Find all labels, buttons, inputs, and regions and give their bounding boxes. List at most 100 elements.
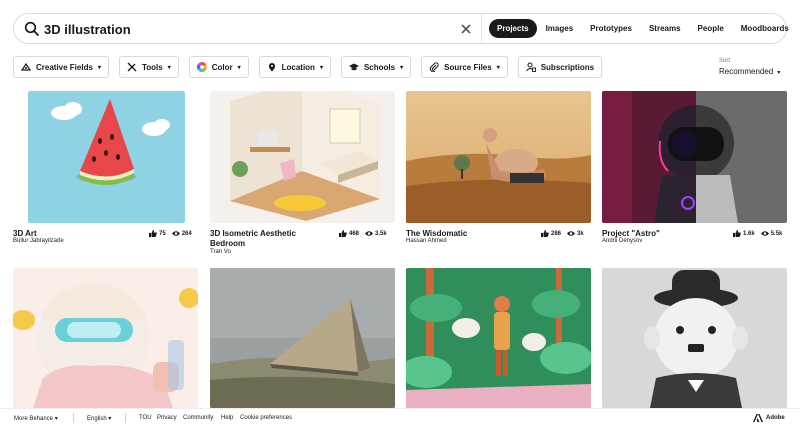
footer-divider [73, 413, 74, 423]
eye-icon [760, 231, 769, 236]
likes-count: 1.6k [743, 230, 755, 237]
likes-count: 468 [349, 230, 360, 237]
chevron-down-icon: ▾ [496, 64, 500, 71]
filter-label: Source Files [444, 62, 492, 72]
filter-label: Tools [141, 62, 163, 72]
footer: More Behance ▾ English ▾ TOU Privacy Com… [0, 408, 800, 426]
project-thumbnail-pyramid-cabin[interactable] [210, 268, 395, 408]
filter-tools[interactable]: Tools ▾ [118, 56, 179, 78]
chevron-down-icon: ▾ [777, 70, 781, 76]
watermelon-illustration [28, 91, 185, 223]
tab-people[interactable]: People [690, 19, 732, 38]
project-stats: 468 3.5k [339, 230, 387, 237]
eye-icon [365, 231, 374, 236]
project-owner[interactable]: Andrii Denysov [602, 238, 642, 244]
views-count: 3k [577, 230, 584, 237]
views-count: 3.5k [375, 230, 387, 237]
filter-label: Subscriptions [540, 62, 595, 72]
search-bar: Projects Images Prototypes Streams Peopl… [13, 13, 789, 44]
project-owner[interactable]: Tran Vo [210, 249, 231, 255]
clear-search-icon[interactable] [458, 21, 474, 37]
footer-link-tou[interactable]: TOU [139, 415, 152, 421]
chevron-down-icon: ▾ [237, 64, 241, 71]
chevron-down-icon: ▾ [319, 64, 323, 71]
project-stats: 75 264 [149, 230, 192, 237]
eye-icon [567, 231, 576, 236]
tab-prototypes[interactable]: Prototypes [582, 19, 640, 38]
filter-location[interactable]: Location ▾ [258, 56, 331, 78]
filter-creative-fields[interactable]: Creative Fields ▾ [13, 56, 109, 78]
sort-label: Sort [719, 58, 731, 64]
subscription-icon [525, 62, 536, 72]
adobe-logo-icon [753, 414, 763, 422]
tab-streams[interactable]: Streams [641, 19, 689, 38]
eye-icon [171, 231, 180, 236]
filter-color[interactable]: Color ▾ [188, 56, 249, 78]
search-type-tabs: Projects Images Prototypes Streams Peopl… [489, 18, 798, 39]
chaplin-illustration [602, 268, 787, 408]
sort-value-text: Recommended [719, 67, 774, 76]
tab-moodboards[interactable]: Moodboards [733, 19, 797, 38]
pyramid-cabin-illustration [210, 268, 395, 408]
footer-language[interactable]: English ▾ [87, 415, 111, 422]
project-stats: 1.6k 5.5k [733, 230, 782, 237]
tools-icon [127, 62, 137, 72]
thumbs-up-icon [149, 230, 157, 237]
chevron-down-icon: ▾ [167, 64, 171, 71]
footer-link-community[interactable]: Community [183, 415, 213, 421]
tab-projects[interactable]: Projects [489, 19, 537, 38]
filter-label: Creative Fields [36, 62, 93, 72]
isometric-bedroom-illustration [210, 91, 395, 223]
footer-more-label: More Behance [14, 416, 54, 422]
wisdomatic-illustration [406, 91, 591, 223]
views-count: 5.5k [770, 230, 783, 237]
project-thumbnail-chaplin[interactable] [602, 268, 787, 408]
thumbs-up-icon [733, 230, 741, 237]
filter-schools[interactable]: Schools ▾ [340, 56, 412, 78]
project-thumbnail-isometric-bedroom[interactable] [210, 91, 395, 223]
project-owner[interactable]: Bullur Jabrayilzade [13, 238, 64, 244]
creative-fields-icon [21, 62, 31, 71]
project-thumbnail-wisdomatic[interactable] [406, 91, 591, 223]
tab-images[interactable]: Images [538, 19, 582, 38]
sort-dropdown[interactable]: Sort Recommended ▾ [719, 58, 780, 76]
jungle-explorer-illustration [406, 268, 591, 408]
astronaut-illustration [602, 91, 787, 223]
filter-label: Location [281, 62, 315, 72]
likes-count: 75 [159, 230, 166, 237]
filter-subscriptions[interactable]: Subscriptions [517, 56, 603, 78]
footer-divider [125, 413, 126, 423]
chevron-down-icon: ▾ [97, 64, 101, 71]
filter-label: Color [211, 62, 233, 72]
filter-label: Schools [363, 62, 396, 72]
project-owner[interactable]: Hassan Ahmed [406, 238, 447, 244]
search-divider [481, 14, 482, 43]
likes-count: 286 [551, 230, 562, 237]
project-thumbnail-astro[interactable] [602, 91, 787, 223]
footer-link-privacy[interactable]: Privacy [157, 415, 177, 421]
project-thumbnail-3d-art[interactable] [28, 91, 185, 223]
search-icon [24, 21, 39, 36]
color-wheel-icon [196, 62, 207, 72]
character-girl-illustration [13, 268, 198, 408]
chevron-down-icon: ▾ [400, 64, 404, 71]
project-thumbnail-character-girl[interactable] [13, 268, 198, 408]
thumbs-up-icon [541, 230, 549, 237]
footer-language-label: English [87, 416, 107, 422]
graduation-cap-icon [348, 63, 359, 71]
views-count: 264 [181, 230, 192, 237]
footer-link-cookie-preferences[interactable]: Cookie preferences [240, 415, 292, 421]
filter-source-files[interactable]: Source Files ▾ [421, 56, 508, 78]
footer-link-help[interactable]: Help [221, 415, 233, 421]
adobe-brand[interactable]: Adobe [766, 415, 785, 421]
footer-more-behance[interactable]: More Behance ▾ [14, 415, 58, 422]
project-thumbnail-jungle-explorer[interactable] [406, 268, 591, 408]
sort-value[interactable]: Recommended ▾ [719, 67, 780, 76]
project-title[interactable]: 3D Isometric Aesthetic Bedroom [210, 229, 320, 249]
paperclip-icon [429, 62, 439, 72]
filter-bar: Creative Fields ▾ Tools ▾ Color ▾ Location ▾… [13, 56, 612, 78]
thumbs-up-icon [339, 230, 347, 237]
search-input[interactable] [44, 19, 424, 39]
location-pin-icon [268, 63, 275, 72]
project-stats: 286 3k [541, 230, 584, 237]
